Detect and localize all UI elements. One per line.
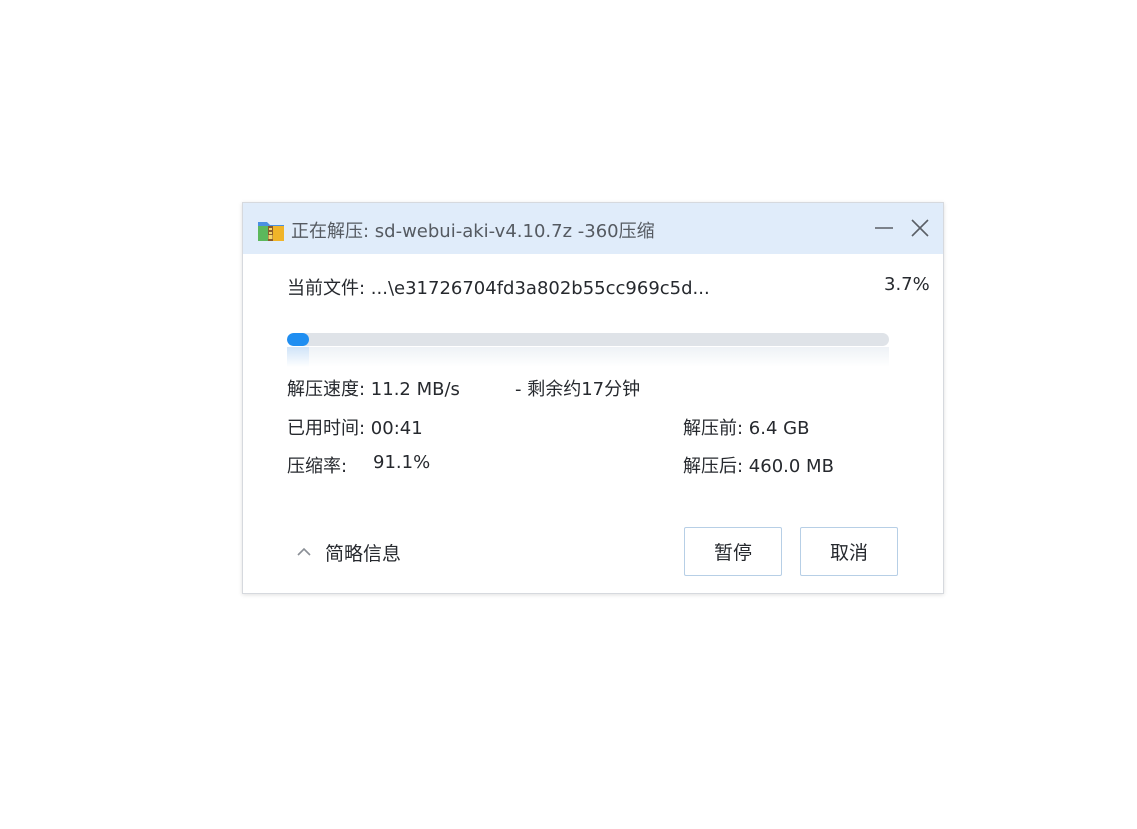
360zip-archive-icon	[257, 218, 285, 242]
cancel-button[interactable]: 取消	[800, 527, 898, 576]
size-before: 解压前: 6.4 GB	[683, 418, 810, 439]
progress-bar-reflection	[287, 347, 889, 367]
window-title: 正在解压: sd-webui-aki-v4.10.7z -360压缩	[291, 221, 655, 242]
extract-speed: 解压速度: 11.2 MB/s	[287, 379, 460, 400]
elapsed-time: 已用时间: 00:41	[287, 418, 423, 439]
current-file-label: 当前文件: ...\e31726704fd3a802b55cc969c5d...	[287, 278, 710, 299]
minimize-icon	[875, 227, 893, 229]
extract-progress-dialog: 正在解压: sd-webui-aki-v4.10.7z -360压缩 当前文件:…	[242, 202, 944, 594]
compression-ratio-label: 压缩率:	[287, 456, 348, 477]
minimize-button[interactable]	[872, 216, 896, 240]
progress-reflection-fill	[287, 347, 310, 367]
close-button[interactable]	[908, 216, 932, 240]
progress-bar-fill	[287, 333, 310, 346]
summary-toggle-label: 简略信息	[325, 543, 402, 565]
progress-percent: 3.7%	[884, 274, 930, 295]
size-after: 解压后: 460.0 MB	[683, 456, 834, 477]
pause-button[interactable]: 暂停	[684, 527, 782, 576]
progress-bar	[287, 333, 889, 346]
chevron-up-icon	[297, 547, 311, 556]
close-icon	[911, 219, 929, 237]
title-bar[interactable]: 正在解压: sd-webui-aki-v4.10.7z -360压缩	[243, 203, 943, 254]
time-remaining: - 剩余约17分钟	[515, 379, 641, 400]
compression-ratio-value: 91.1%	[373, 452, 431, 473]
